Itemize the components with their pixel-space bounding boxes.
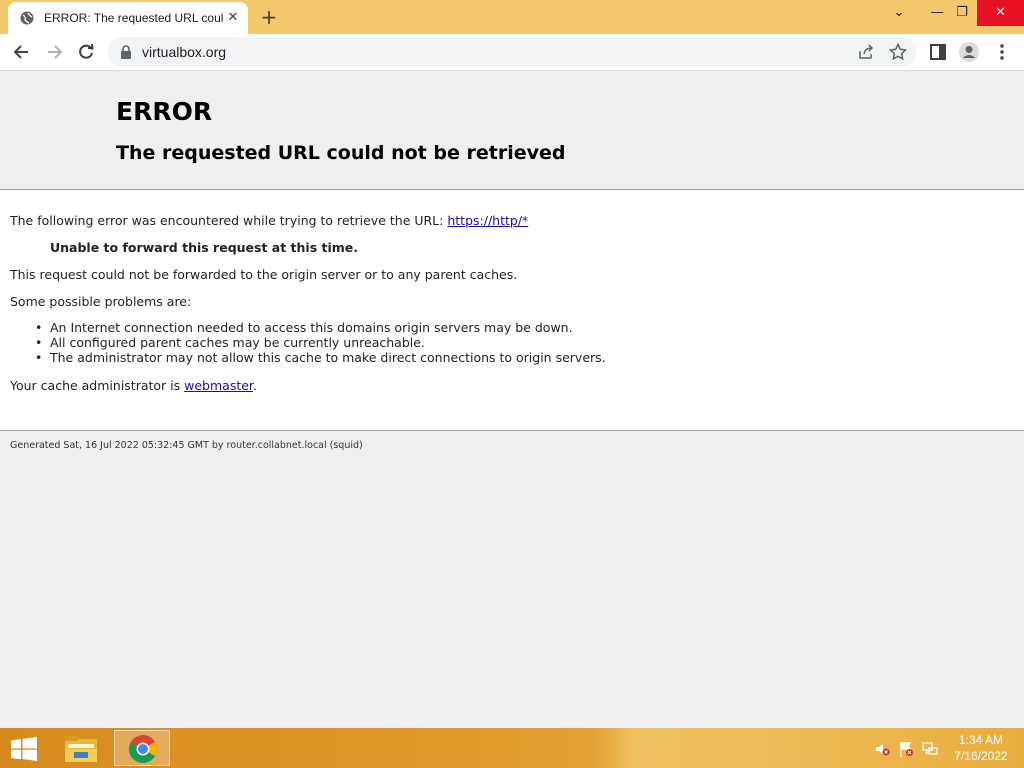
taskbar-clock-date[interactable]: 7/16/2022 [950, 749, 1012, 763]
close-window-button[interactable]: ✕ [977, 0, 1024, 26]
webmaster-link[interactable]: webmaster [184, 378, 253, 393]
network-icon[interactable] [922, 741, 938, 757]
admin-line: Your cache administrator is webmaster. [10, 378, 257, 393]
list-item: An Internet connection needed to access … [35, 320, 606, 335]
profile-avatar-icon[interactable] [958, 41, 980, 63]
intro-line: The following error was encountered whil… [10, 213, 528, 228]
admin-text: Your cache administrator is [10, 378, 181, 393]
share-icon[interactable] [856, 42, 876, 62]
tab-strip: ERROR: The requested URL could not be re… [0, 0, 1024, 34]
bookmark-star-icon[interactable] [888, 42, 908, 62]
page-title: ERROR [116, 97, 213, 126]
file-explorer-button[interactable] [56, 730, 112, 766]
globe-icon [20, 11, 34, 25]
restore-button[interactable]: ❐ [951, 0, 973, 26]
reload-icon[interactable] [75, 41, 97, 63]
page-footer: Generated Sat, 16 Jul 2022 05:32:45 GMT … [10, 440, 363, 451]
error-message: Unable to forward this request at this t… [50, 240, 359, 255]
windows-start-icon[interactable] [10, 737, 38, 761]
explanation-text: This request could not be forwarded to t… [10, 267, 518, 282]
address-bar[interactable]: virtualbox.org [108, 37, 916, 67]
problems-list: An Internet connection needed to access … [35, 320, 606, 365]
tab-close-icon[interactable]: ✕ [226, 11, 240, 25]
folder-icon [65, 736, 97, 762]
minimize-button[interactable]: — [926, 0, 948, 26]
admin-suffix: . [252, 378, 257, 393]
tab-title: ERROR: The requested URL could not be re… [44, 11, 224, 25]
taskbar-clock-time[interactable]: 1:34 AM [950, 733, 1012, 747]
new-tab-button[interactable]: + [258, 6, 280, 28]
problems-heading: Some possible problems are: [10, 294, 192, 309]
side-panel-icon[interactable] [927, 41, 949, 63]
error-content: The following error was encountered whil… [0, 190, 1024, 431]
lock-icon[interactable] [120, 45, 132, 59]
chrome-taskbar-button[interactable] [114, 730, 170, 766]
browser-toolbar: virtualbox.org [0, 34, 1024, 71]
page-subtitle: The requested URL could not be retrieved [116, 142, 566, 164]
back-arrow-icon[interactable] [11, 41, 33, 63]
browser-tab[interactable]: ERROR: The requested URL could not be re… [8, 2, 248, 34]
speaker-muted-icon[interactable] [874, 741, 890, 757]
error-header: ERROR The requested URL could not be ret… [0, 71, 1024, 190]
tab-search-chevron-icon[interactable]: ⌄ [886, 0, 912, 26]
intro-text: The following error was encountered whil… [10, 213, 444, 228]
menu-kebab-icon[interactable] [991, 41, 1013, 63]
url-text[interactable]: virtualbox.org [142, 44, 226, 60]
chrome-icon [129, 735, 157, 763]
list-item: All configured parent caches may be curr… [35, 335, 606, 350]
windows-taskbar: 1:34 AM 7/16/2022 [0, 728, 1024, 768]
action-center-flag-icon[interactable] [898, 741, 914, 757]
requested-url-link[interactable]: https://http/* [447, 213, 528, 228]
forward-arrow-icon[interactable] [43, 41, 65, 63]
list-item: The administrator may not allow this cac… [35, 350, 606, 365]
web-page: ERROR The requested URL could not be ret… [0, 71, 1024, 728]
